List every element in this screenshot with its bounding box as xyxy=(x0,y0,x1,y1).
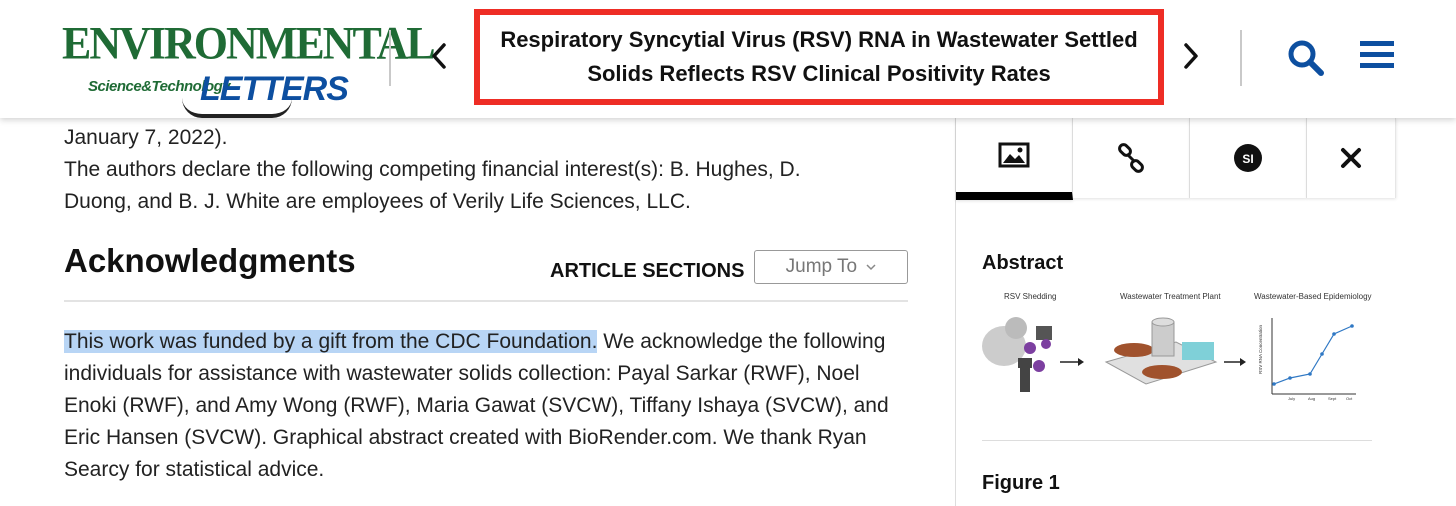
ga-illustration: RSV RNA Concentration July Aug Sept Oct xyxy=(982,317,1356,401)
menu-icon xyxy=(1360,41,1394,68)
acknowledgments-heading: Acknowledgments xyxy=(64,242,356,279)
si-icon: SI xyxy=(1234,144,1262,172)
acknowledgments-body: This work was funded by a gift from the … xyxy=(64,326,914,486)
sidebar-divider xyxy=(982,440,1372,441)
tab-references[interactable] xyxy=(1073,118,1190,198)
ga-x-tick-aug: Aug xyxy=(1308,396,1315,401)
chevron-right-icon xyxy=(1184,43,1198,69)
image-icon xyxy=(998,142,1030,168)
logo-line1: ENVIRONMENTAL xyxy=(62,17,436,70)
graphical-abstract[interactable]: RSV Shedding Wastewater Treatment Plant … xyxy=(976,288,1376,408)
acknowledgments-text: This work was funded by a gift from the … xyxy=(64,326,914,486)
article-title: Respiratory Syncytial Virus (RSV) RNA in… xyxy=(500,27,1138,86)
ga-y-axis-label: RSV RNA Concentration xyxy=(1258,324,1263,374)
prev-article-button[interactable] xyxy=(424,40,454,80)
date-fragment: January 7, 2022). xyxy=(64,126,228,149)
section-header-row: Acknowledgments ARTICLE SECTIONS Jump To xyxy=(64,240,908,300)
logo-swoosh xyxy=(182,98,292,118)
search-button[interactable] xyxy=(1286,38,1326,83)
jump-to-label: Jump To xyxy=(785,256,858,277)
competing-interest-text: The authors declare the following compet… xyxy=(64,158,801,213)
si-label: SI xyxy=(1242,152,1253,166)
close-icon xyxy=(1341,148,1361,168)
ga-panel3-label: Wastewater-Based Epidemiology xyxy=(1254,292,1372,301)
jump-to-select[interactable]: Jump To xyxy=(754,250,908,284)
sidebar-panel: SI Abstract RSV Shedding Wastewater Trea… xyxy=(955,118,1456,506)
article-body: January 7, 2022). The authors declare th… xyxy=(64,120,924,218)
link-icon xyxy=(1118,143,1144,173)
article-title-box: Respiratory Syncytial Virus (RSV) RNA in… xyxy=(474,9,1164,105)
header-divider-right xyxy=(1240,30,1242,86)
figure-1-heading[interactable]: Figure 1 xyxy=(982,472,1060,495)
ga-x-tick-sept: Sept xyxy=(1328,396,1337,401)
ga-panel1-label: RSV Shedding xyxy=(1004,292,1057,301)
tab-supporting-info[interactable]: SI xyxy=(1190,118,1307,198)
ga-x-tick-july: July xyxy=(1288,396,1295,401)
tab-close[interactable] xyxy=(1307,118,1396,198)
ga-panel2-label: Wastewater Treatment Plant xyxy=(1120,292,1221,301)
chevron-left-icon xyxy=(432,43,446,69)
menu-button[interactable] xyxy=(1360,40,1394,75)
sidebar-tabs: SI xyxy=(956,118,1396,200)
search-icon xyxy=(1288,40,1324,76)
site-header: ENVIRONMENTAL Science&Technology LETTERS… xyxy=(0,0,1456,118)
ga-x-tick-oct: Oct xyxy=(1346,396,1353,401)
next-article-button[interactable] xyxy=(1176,40,1206,80)
chevron-down-icon xyxy=(866,264,876,271)
header-divider-left xyxy=(389,30,391,86)
tab-figures[interactable] xyxy=(956,118,1073,200)
highlighted-text[interactable]: This work was funded by a gift from the … xyxy=(64,330,598,353)
section-divider xyxy=(64,300,908,302)
abstract-heading: Abstract xyxy=(982,252,1064,274)
journal-logo[interactable]: ENVIRONMENTAL Science&Technology LETTERS xyxy=(62,18,436,118)
article-sections-label: ARTICLE SECTIONS xyxy=(550,260,745,282)
